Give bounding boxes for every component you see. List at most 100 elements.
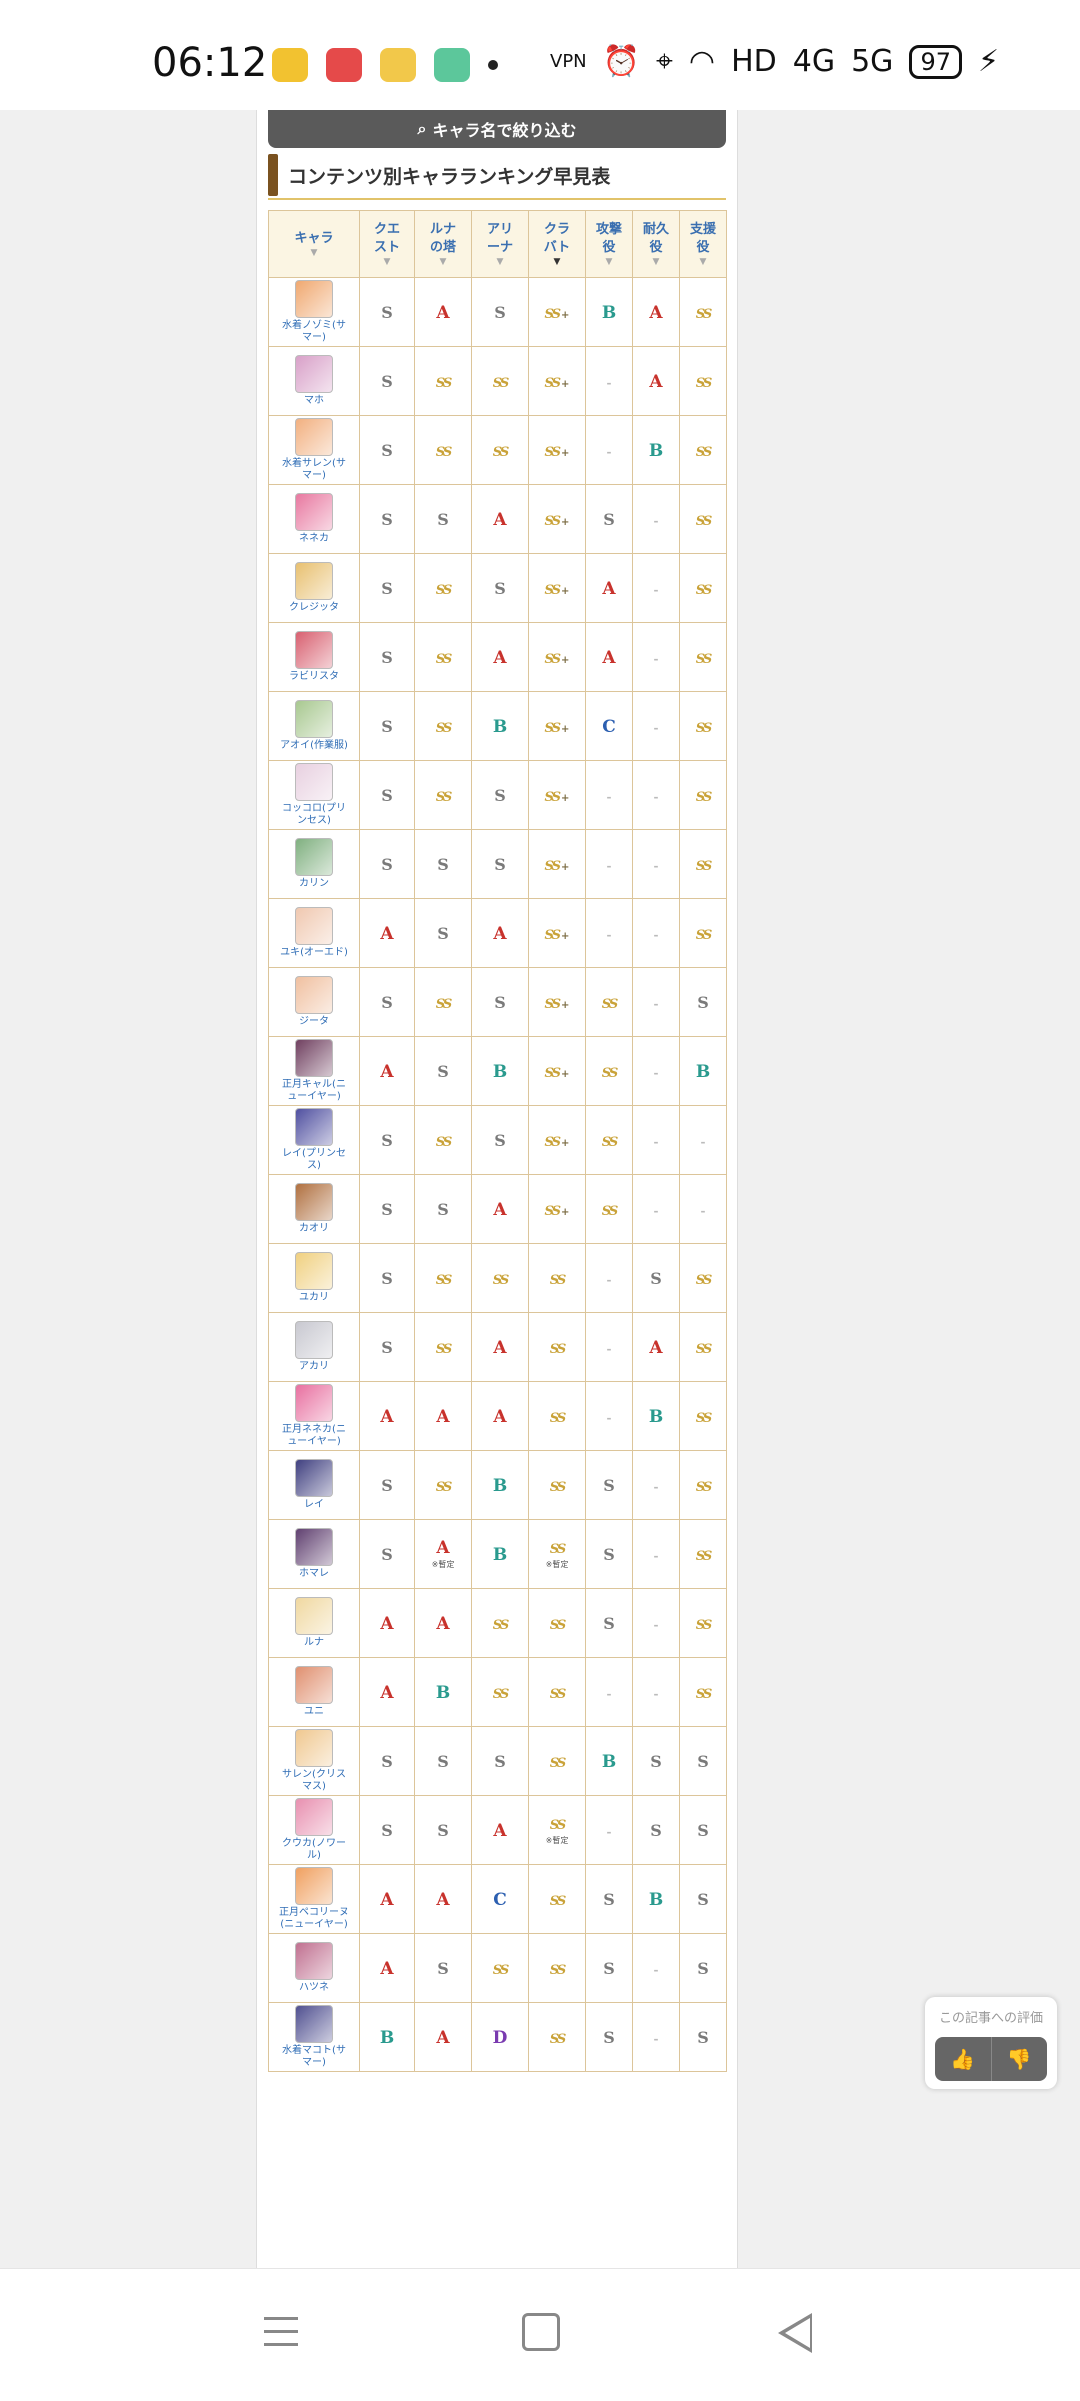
character-name[interactable]: 水着マコト(サマー) [279, 2045, 349, 2070]
column-header-4[interactable]: クラバト ▼ [528, 210, 586, 278]
character-cell[interactable]: サレン(クリスマス) [268, 1726, 360, 1796]
character-cell[interactable]: 正月ペコリーヌ(ニューイヤー) [268, 1864, 360, 1934]
character-cell[interactable]: アカリ [268, 1312, 360, 1382]
character-cell[interactable]: レイ [268, 1450, 360, 1520]
character-link[interactable]: 正月キャル(ニューイヤー) [269, 1038, 359, 1104]
avatar[interactable] [295, 975, 333, 1014]
character-link[interactable]: 水着マコト(サマー) [269, 2004, 359, 2070]
character-cell[interactable]: ネネカ [268, 484, 360, 554]
avatar[interactable] [295, 1182, 333, 1221]
character-name[interactable]: ラビリスタ [279, 671, 349, 684]
character-link[interactable]: ユニ [269, 1665, 359, 1719]
filter-by-name-button[interactable]: ⌕ キャラ名で絞り込む [268, 110, 726, 148]
character-cell[interactable]: ユカリ [268, 1243, 360, 1313]
back-button[interactable] [778, 2313, 812, 2353]
character-link[interactable]: レイ(プリンセス) [269, 1107, 359, 1173]
character-cell[interactable]: 水着サレン(サマー) [268, 415, 360, 485]
character-cell[interactable]: カオリ [268, 1174, 360, 1244]
column-header-5[interactable]: 攻撃役 ▼ [585, 210, 633, 278]
recent-apps-button[interactable] [264, 2317, 298, 2356]
avatar[interactable] [295, 417, 333, 456]
character-name[interactable]: ルナ [279, 1637, 349, 1650]
character-link[interactable]: 正月ペコリーヌ(ニューイヤー) [269, 1866, 359, 1932]
avatar[interactable] [295, 2004, 333, 2043]
character-cell[interactable]: 水着マコト(サマー) [268, 2002, 360, 2072]
column-header-1[interactable]: クエスト ▼ [359, 210, 415, 278]
character-cell[interactable]: ホマレ [268, 1519, 360, 1589]
character-link[interactable]: サレン(クリスマス) [269, 1728, 359, 1794]
avatar[interactable] [295, 561, 333, 600]
character-name[interactable]: 正月ペコリーヌ(ニューイヤー) [279, 1907, 349, 1932]
character-cell[interactable]: 水着ノゾミ(サマー) [268, 277, 360, 347]
character-name[interactable]: 正月ネネカ(ニューイヤー) [279, 1424, 349, 1449]
avatar[interactable] [295, 1596, 333, 1635]
character-name[interactable]: カリン [279, 878, 349, 891]
column-header-7[interactable]: 支援役 ▼ [679, 210, 727, 278]
avatar[interactable] [295, 1038, 333, 1077]
avatar[interactable] [295, 699, 333, 738]
character-cell[interactable]: ラビリスタ [268, 622, 360, 692]
avatar[interactable] [295, 1797, 333, 1836]
character-link[interactable]: ラビリスタ [269, 630, 359, 684]
column-header-6[interactable]: 耐久役 ▼ [632, 210, 680, 278]
character-link[interactable]: ハツネ [269, 1941, 359, 1995]
character-link[interactable]: ユカリ [269, 1251, 359, 1305]
dislike-button[interactable]: 👎 [990, 2037, 1048, 2081]
character-link[interactable]: ネネカ [269, 492, 359, 546]
character-cell[interactable]: レイ(プリンセス) [268, 1105, 360, 1175]
character-name[interactable]: ジータ [279, 1016, 349, 1029]
avatar[interactable] [295, 1866, 333, 1905]
character-link[interactable]: カオリ [269, 1182, 359, 1236]
character-name[interactable]: ユカリ [279, 1292, 349, 1305]
character-name[interactable]: クレジッタ [279, 602, 349, 615]
character-link[interactable]: 水着ノゾミ(サマー) [269, 279, 359, 345]
character-name[interactable]: ユニ [279, 1706, 349, 1719]
character-name[interactable]: 正月キャル(ニューイヤー) [279, 1079, 349, 1104]
character-link[interactable]: 正月ネネカ(ニューイヤー) [269, 1383, 359, 1449]
character-cell[interactable]: ユキ(オーエド) [268, 898, 360, 968]
character-link[interactable]: ユキ(オーエド) [269, 906, 359, 960]
character-name[interactable]: ネネカ [279, 533, 349, 546]
column-header-3[interactable]: アリーナ ▼ [471, 210, 529, 278]
character-cell[interactable]: ルナ [268, 1588, 360, 1658]
avatar[interactable] [295, 762, 333, 801]
character-link[interactable]: レイ [269, 1458, 359, 1512]
character-link[interactable]: ホマレ [269, 1527, 359, 1581]
character-name[interactable]: カオリ [279, 1223, 349, 1236]
character-cell[interactable]: 正月ネネカ(ニューイヤー) [268, 1381, 360, 1451]
avatar[interactable] [295, 1527, 333, 1566]
character-name[interactable]: クウカ(ノワール) [279, 1838, 349, 1863]
character-link[interactable]: クウカ(ノワール) [269, 1797, 359, 1863]
character-name[interactable]: マホ [279, 395, 349, 408]
character-name[interactable]: サレン(クリスマス) [279, 1769, 349, 1794]
character-cell[interactable]: コッコロ(プリンセス) [268, 760, 360, 830]
column-header-0[interactable]: キャラ ▼ [268, 210, 360, 278]
character-cell[interactable]: ハツネ [268, 1933, 360, 2003]
character-link[interactable]: アオイ(作業服) [269, 699, 359, 753]
character-link[interactable]: カリン [269, 837, 359, 891]
character-link[interactable]: コッコロ(プリンセス) [269, 762, 359, 828]
avatar[interactable] [295, 1728, 333, 1767]
character-link[interactable]: ジータ [269, 975, 359, 1029]
avatar[interactable] [295, 354, 333, 393]
character-name[interactable]: 水着ノゾミ(サマー) [279, 320, 349, 345]
avatar[interactable] [295, 1941, 333, 1980]
avatar[interactable] [295, 1251, 333, 1290]
avatar[interactable] [295, 1383, 333, 1422]
character-name[interactable]: ハツネ [279, 1982, 349, 1995]
avatar[interactable] [295, 1665, 333, 1704]
avatar[interactable] [295, 1320, 333, 1359]
character-name[interactable]: レイ(プリンセス) [279, 1148, 349, 1173]
character-link[interactable]: ルナ [269, 1596, 359, 1650]
character-cell[interactable]: クウカ(ノワール) [268, 1795, 360, 1865]
character-name[interactable]: レイ [279, 1499, 349, 1512]
like-button[interactable]: 👍 [935, 2037, 991, 2081]
avatar[interactable] [295, 906, 333, 945]
character-cell[interactable]: カリン [268, 829, 360, 899]
character-link[interactable]: マホ [269, 354, 359, 408]
character-link[interactable]: クレジッタ [269, 561, 359, 615]
character-cell[interactable]: マホ [268, 346, 360, 416]
character-cell[interactable]: ジータ [268, 967, 360, 1037]
character-cell[interactable]: クレジッタ [268, 553, 360, 623]
character-name[interactable]: アカリ [279, 1361, 349, 1374]
